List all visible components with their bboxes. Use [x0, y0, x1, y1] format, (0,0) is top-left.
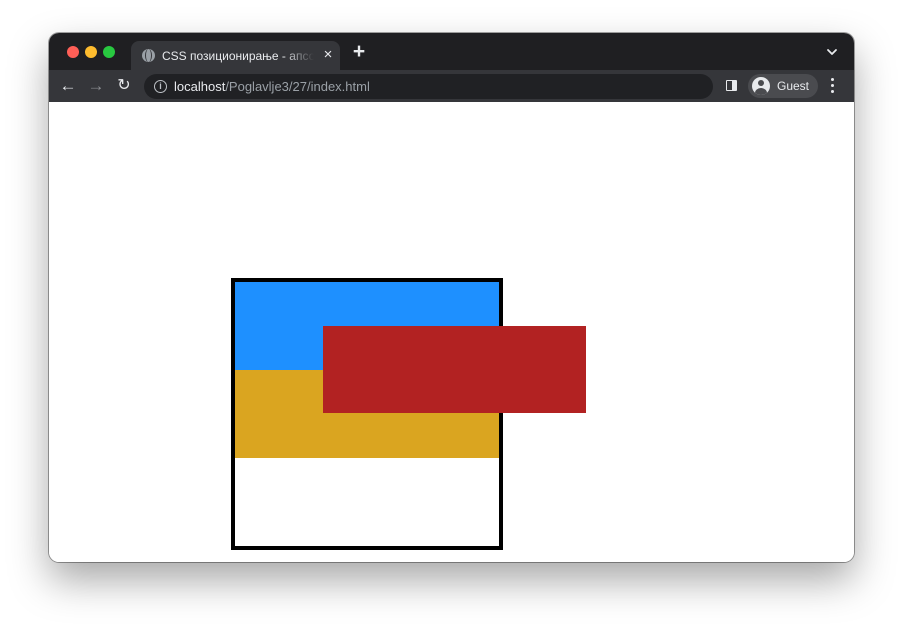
tab-close-icon[interactable]: ×	[320, 47, 336, 63]
more-menu-icon[interactable]	[830, 78, 836, 94]
red-block	[323, 326, 586, 413]
reload-button[interactable]: ↻	[113, 75, 135, 97]
url-host: localhost	[174, 79, 226, 94]
chevron-down-icon[interactable]	[826, 45, 838, 57]
page-viewport	[49, 102, 854, 562]
side-panel-icon[interactable]	[726, 80, 737, 91]
forward-button[interactable]: →	[85, 75, 107, 97]
positioned-container	[231, 278, 503, 550]
url-text[interactable]: localhost/Poglavlje3/27/index.html	[174, 78, 370, 95]
close-window-button[interactable]	[67, 46, 79, 58]
url-path: /Poglavlje3/27/index.html	[225, 79, 370, 94]
profile-button[interactable]: Guest	[748, 74, 818, 98]
browser-window: CSS позиционирање - апсолутно × + ← → ↻ …	[49, 33, 854, 562]
tab-active[interactable]: CSS позиционирање - апсолутно ×	[131, 41, 340, 70]
globe-icon	[142, 49, 155, 62]
info-icon[interactable]: i	[154, 80, 167, 93]
avatar-icon	[752, 77, 770, 95]
maximize-window-button[interactable]	[103, 46, 115, 58]
new-tab-button[interactable]: +	[351, 41, 367, 62]
minimize-window-button[interactable]	[85, 46, 97, 58]
tab-title: CSS позиционирање - апсолутно	[162, 49, 314, 63]
tab-strip: CSS позиционирање - апсолутно × +	[49, 33, 854, 70]
profile-name: Guest	[777, 79, 810, 93]
toolbar: ← → ↻ i localhost/Poglavlje3/27/index.ht…	[49, 70, 854, 102]
address-bar[interactable]: i localhost/Poglavlje3/27/index.html	[144, 74, 713, 99]
back-button[interactable]: ←	[57, 75, 79, 97]
